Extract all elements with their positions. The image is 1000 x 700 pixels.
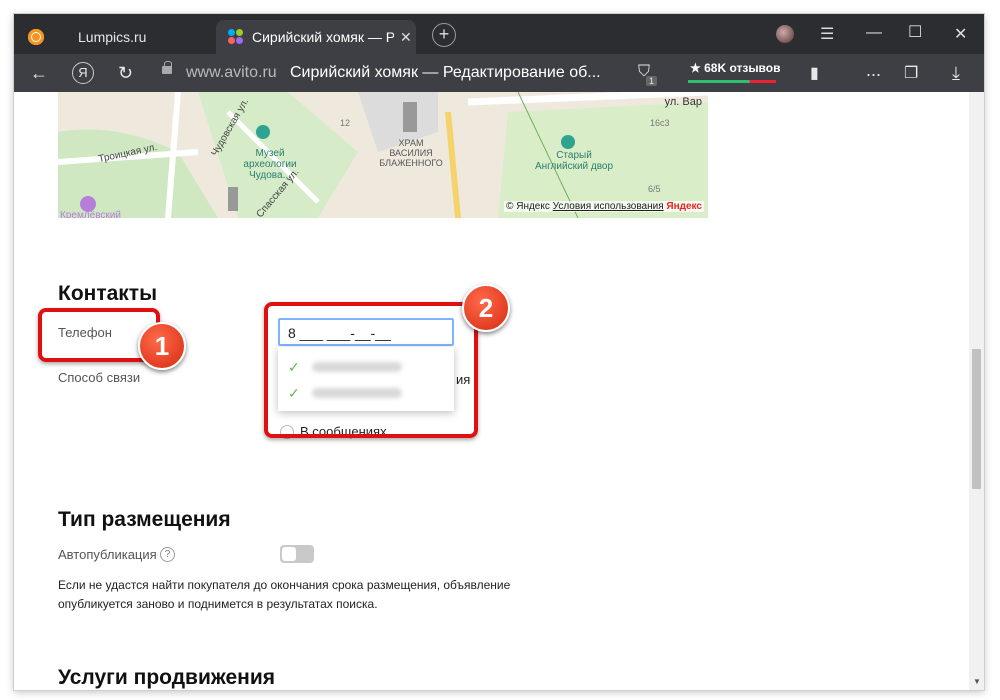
map-widget[interactable]: ул. Вар Музей археологии Чудова... ХРАМ …	[58, 92, 708, 218]
autopub-label: Автопубликация	[58, 547, 157, 562]
highlight-phone-input	[264, 302, 478, 438]
more-icon[interactable]: ...	[866, 60, 881, 81]
map-copyright-text: © Яндекс	[506, 201, 550, 212]
lumpics-favicon-icon	[28, 29, 44, 45]
profile-avatar[interactable]	[776, 25, 794, 43]
page-content: ул. Вар Музей археологии Чудова... ХРАМ …	[14, 92, 969, 690]
contact-method-label: Способ связи	[58, 370, 141, 385]
address-page-title[interactable]: Сирийский хомяк — Редактирование об...	[290, 64, 601, 82]
address-toolbar: ← Я ↻ www.avito.ru Сирийский хомяк — Ред…	[14, 54, 984, 92]
shield-count-badge: 1	[646, 76, 658, 86]
map-label: 16с3	[650, 118, 670, 128]
close-window-icon[interactable]: ✕	[954, 24, 967, 44]
tab-title: Сирийский хомяк — Редактирование объявле…	[252, 29, 394, 45]
tab-lumpics[interactable]: Lumpics.ru	[20, 20, 216, 54]
close-tab-icon[interactable]: ✕	[400, 29, 412, 46]
collections-icon[interactable]: ❐	[904, 63, 918, 83]
map-label: ул. Вар	[664, 96, 702, 108]
map-label: 12	[340, 118, 351, 128]
map-label: ХРАМ ВАСИЛИЯ БЛАЖЕННОГО	[379, 138, 443, 168]
minimize-icon[interactable]: —	[866, 24, 882, 42]
new-tab-button[interactable]: +	[432, 23, 456, 47]
lock-icon[interactable]	[162, 61, 172, 74]
back-icon[interactable]: ←	[30, 63, 48, 84]
menu-icon[interactable]: ☰	[820, 24, 834, 44]
scrollbar-thumb[interactable]	[972, 349, 981, 489]
rating-bar	[688, 80, 776, 83]
yandex-icon[interactable]: Я	[72, 62, 94, 84]
contacts-heading: Контакты	[58, 282, 158, 305]
maximize-icon[interactable]: ☐	[908, 22, 922, 42]
map-label: Кремлёвский	[60, 210, 121, 218]
map-terms-link[interactable]: Условия использования	[553, 201, 664, 212]
annotation-badge-1: 1	[138, 322, 186, 370]
download-icon[interactable]: ⤓	[952, 63, 960, 84]
autopub-description: Если не удастся найти покупателя до окон…	[58, 578, 511, 611]
tab-title: Lumpics.ru	[78, 29, 147, 45]
help-icon[interactable]: ?	[160, 547, 175, 562]
avito-favicon-icon	[228, 29, 244, 45]
promo-heading: Услуги продвижения	[58, 666, 276, 689]
bookmark-icon[interactable]: ▮	[810, 63, 819, 83]
scrollbar[interactable]: ▼	[969, 92, 984, 690]
annotation-badge-2: 2	[462, 284, 510, 332]
tab-bar: Lumpics.ru Сирийский хомяк — Редактирова…	[14, 14, 984, 54]
address-domain[interactable]: www.avito.ru	[186, 64, 277, 82]
placement-heading: Тип размещения	[58, 508, 231, 531]
autopub-toggle[interactable]	[280, 545, 314, 563]
tab-avito[interactable]: Сирийский хомяк — Редактирование объявле…	[216, 20, 416, 54]
scroll-down-icon[interactable]: ▼	[973, 677, 981, 686]
map-copyright: © Яндекс Условия использования Яндекс	[504, 201, 704, 212]
reviews-badge[interactable]: ★ 68K отзывов	[690, 61, 781, 75]
yandex-logo: Яндекс	[666, 201, 702, 212]
browser-window: Lumpics.ru Сирийский хомяк — Редактирова…	[14, 14, 984, 690]
reload-icon[interactable]: ↻	[118, 63, 133, 84]
map-label: Старый Английский двор	[534, 150, 614, 172]
map-label: 6/5	[648, 184, 661, 194]
